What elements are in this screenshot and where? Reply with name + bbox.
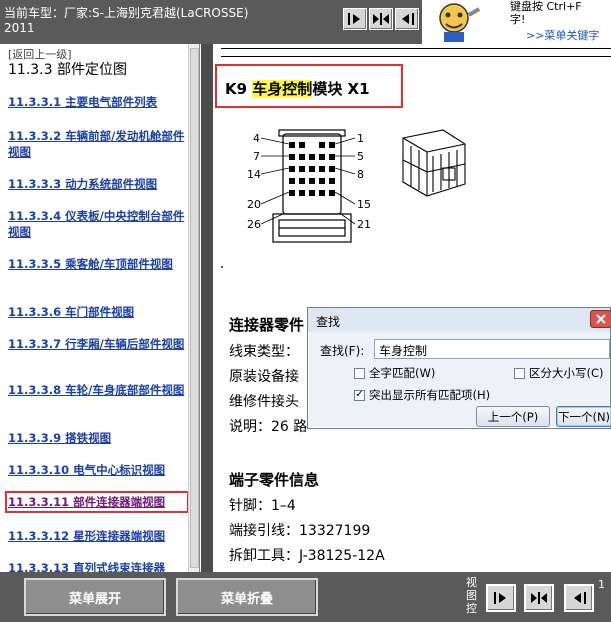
- expand-left-icon: [348, 13, 360, 25]
- divider: [221, 56, 611, 57]
- checkbox-box[interactable]: [514, 367, 525, 379]
- find-titlebar[interactable]: 查找: [308, 308, 611, 332]
- find-label: 查找(F):: [320, 344, 365, 358]
- collapse-menu-button[interactable]: 菜单折叠: [176, 578, 318, 616]
- pin-label: 5: [357, 150, 364, 163]
- divider: [221, 48, 611, 49]
- whole-word-checkbox[interactable]: 全字匹配(W): [354, 365, 435, 381]
- collapse-left-icon: [402, 13, 414, 25]
- pin-label: 4: [253, 132, 260, 145]
- nav-item-trunk-rear[interactable]: 11.3.3.7 行李厢/车辆后部件视图: [8, 336, 186, 352]
- find-dialog: 查找 查找(F): 车身控制 全字匹配(W) 区分大小写(C) ✓ 突出显示所有匹…: [307, 307, 611, 429]
- expand-left-button[interactable]: [486, 584, 516, 612]
- pin-line: 针脚：1–4: [229, 498, 296, 514]
- highlight-all-checkbox[interactable]: ✓ 突出显示所有匹配项(H): [354, 387, 490, 403]
- pin-label: 1: [357, 132, 364, 145]
- nav-heading: 11.3.3 部件定位图: [8, 62, 127, 78]
- harness-type-line: 线束类型：: [229, 344, 299, 360]
- splitter[interactable]: [201, 44, 213, 572]
- bottom-bar: 菜单展开 菜单折叠 视图控 1: [0, 572, 611, 622]
- expand-both-icon: [373, 13, 389, 25]
- nav-item-electrical-center[interactable]: 11.3.3.10 电气中心标识视图: [8, 462, 186, 478]
- nav-item-passenger-roof[interactable]: 11.3.3.5 乘客舱/车顶部件视图: [8, 256, 186, 272]
- terminal-info-heading: 端子零件信息: [229, 471, 320, 489]
- removal-tool-line: 拆卸工具：J-38125-12A: [229, 548, 385, 564]
- nav-item-component-connector-end[interactable]: 11.3.3.11 部件连接器端视图: [5, 491, 189, 513]
- terminal-lead-line: 端接引线：13327199: [229, 523, 371, 539]
- hint-panel: 键盘按 Ctrl+F 字! >>菜单关键字: [422, 0, 611, 44]
- view-buttons: [343, 8, 419, 30]
- menu-keyword-link[interactable]: >>菜单关键字: [526, 27, 599, 43]
- pin-label: 26: [247, 218, 261, 231]
- hint-text: 键盘按 Ctrl+F 字!: [510, 0, 582, 26]
- find-input[interactable]: 车身控制: [374, 339, 610, 359]
- close-button[interactable]: [590, 310, 611, 328]
- dot: [221, 266, 223, 268]
- pin-label: 15: [357, 198, 371, 211]
- collapse-left-button[interactable]: [395, 8, 419, 30]
- close-icon: [596, 314, 606, 324]
- nav-item-powertrain[interactable]: 11.3.3.3 动力系统部件视图: [8, 176, 186, 192]
- checkmark-icon[interactable]: ✓: [354, 389, 365, 401]
- find-next-button[interactable]: 下一个(N): [556, 406, 611, 427]
- connector-diagram: 4 1 7 5 14 8 20 15 26 21: [247, 129, 466, 243]
- nav-item-instrument-panel[interactable]: 11.3.3.4 仪表板/中央控制台部件视图: [8, 208, 186, 240]
- nav-scrollbar[interactable]: [188, 44, 199, 572]
- vehicle-line-1: 当前车型：厂家:S-上海别克君越(LaCROSSE): [4, 6, 249, 20]
- collapse-left-icon: [574, 592, 586, 604]
- pin-label: 8: [357, 168, 364, 181]
- search-highlight: 车身控制: [252, 80, 313, 98]
- expand-both-button[interactable]: [369, 8, 393, 30]
- pin-label: 7: [253, 150, 260, 163]
- collapse-left-button[interactable]: [564, 584, 594, 612]
- expand-left-icon: [494, 592, 506, 604]
- page-indicator: 1: [598, 578, 605, 591]
- match-case-checkbox[interactable]: 区分大小写(C): [514, 365, 604, 381]
- nav-item-ground[interactable]: 11.3.3.9 搭铁视图: [8, 430, 186, 446]
- expand-both-button[interactable]: [524, 584, 554, 612]
- find-prev-button[interactable]: 上一个(P): [476, 406, 550, 427]
- checkbox-box[interactable]: [354, 367, 365, 379]
- nav-scroll-thumb[interactable]: [190, 48, 199, 568]
- description-line: 说明：26 路: [229, 419, 308, 435]
- nav-item-wheel-underbody[interactable]: 11.3.3.8 车轮/车身底部部件视图: [8, 382, 186, 398]
- connector-info-heading: 连接器零件: [229, 316, 305, 334]
- title-box: K9 车身控制模块 X1: [215, 64, 403, 108]
- nav-item-main-electrical-list[interactable]: 11.3.3.1 主要电气部件列表: [8, 94, 186, 110]
- view-control-label: 视图控: [466, 576, 477, 615]
- find-dialog-title: 查找: [316, 315, 341, 329]
- expand-menu-button[interactable]: 菜单展开: [24, 578, 166, 616]
- nav-item-inline-harness[interactable]: 11.3.3.13 直列式线束连接器: [8, 560, 186, 572]
- current-vehicle: 当前车型：厂家:S-上海别克君越(LaCROSSE) 2011: [4, 6, 248, 36]
- oem-connector-line: 原装设备接: [229, 369, 299, 385]
- pin-label: 21: [357, 218, 371, 231]
- page-title: K9 车身控制模块 X1: [225, 80, 370, 98]
- pin-label: 14: [247, 168, 261, 181]
- expand-left-button[interactable]: [343, 8, 367, 30]
- nav-item-star-connector[interactable]: 11.3.3.12 星形连接器端视图: [8, 528, 186, 544]
- service-connector-line: 维修件接头: [229, 394, 299, 410]
- vehicle-line-2: 2011: [4, 21, 35, 35]
- nav-item-front-engine-bay[interactable]: 11.3.3.2 车辆前部/发动机舱部件视图: [8, 128, 186, 160]
- pin-label: 20: [247, 198, 261, 211]
- nav-item-doors[interactable]: 11.3.3.6 车门部件视图: [8, 304, 186, 320]
- mascot-icon: [439, 3, 481, 42]
- top-bar: 当前车型：厂家:S-上海别克君越(LaCROSSE) 2011 键盘按 Ctrl…: [0, 0, 611, 44]
- expand-both-icon: [531, 592, 547, 604]
- left-nav: [返回上一级] 11.3.3 部件定位图 11.3.3.1 主要电气部件列表 1…: [0, 44, 200, 572]
